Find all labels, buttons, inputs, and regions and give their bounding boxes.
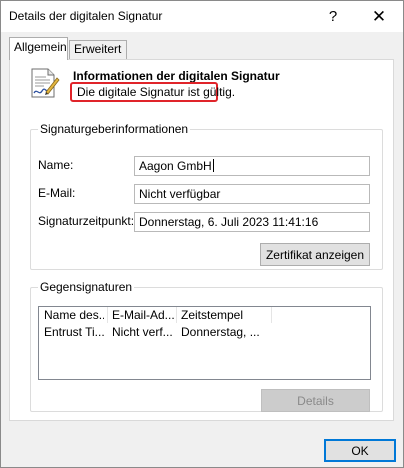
window-title: Details der digitalen Signatur — [9, 9, 163, 23]
ok-button[interactable]: OK — [324, 439, 396, 462]
column-divider[interactable] — [176, 307, 177, 323]
close-icon: ✕ — [371, 6, 387, 26]
tab-general[interactable]: Allgemein — [9, 37, 68, 60]
column-header-name[interactable]: Name des... — [44, 308, 104, 322]
signature-info-heading: Informationen der digitalen Signatur — [73, 69, 280, 83]
signature-status-text: Die digitale Signatur ist gültig. — [77, 85, 236, 99]
name-field[interactable]: Aagon GmbH — [134, 156, 370, 176]
column-divider[interactable] — [271, 307, 272, 323]
column-header-timestamp[interactable]: Zeitstempel — [181, 308, 271, 322]
countersignatures-group: Gegensignaturen Name des... E-Mail-Ad...… — [30, 280, 383, 412]
name-label: Name: — [38, 158, 74, 172]
signing-time-value: Donnerstag, 6. Juli 2023 11:41:16 — [139, 215, 319, 229]
row-email-cell: Nicht verf... — [112, 325, 173, 339]
general-tab-panel: Informationen der digitalen Signatur Die… — [9, 59, 394, 421]
signature-details-dialog: Details der digitalen Signatur ? ✕ Allge… — [0, 0, 404, 468]
row-name-cell: Entrust Ti... — [44, 325, 104, 339]
column-header-email[interactable]: E-Mail-Ad... — [112, 308, 174, 322]
help-button[interactable]: ? — [310, 1, 356, 32]
list-header: Name des... E-Mail-Ad... Zeitstempel — [39, 307, 370, 323]
column-divider[interactable] — [107, 307, 108, 323]
email-field[interactable]: Nicht verfügbar — [134, 184, 370, 204]
signer-info-legend: Signaturgeberinformationen — [40, 122, 189, 136]
email-value: Nicht verfügbar — [139, 187, 221, 201]
email-label: E-Mail: — [38, 186, 76, 200]
title-bar: Details der digitalen Signatur ? ✕ — [1, 1, 403, 32]
view-certificate-button[interactable]: Zertifikat anzeigen — [260, 243, 370, 266]
details-button[interactable]: Details — [261, 389, 370, 412]
list-item[interactable]: Entrust Ti... Nicht verf... Donnerstag, … — [39, 324, 370, 340]
signer-info-group: Signaturgeberinformationen Name: Aagon G… — [30, 122, 383, 270]
close-button[interactable]: ✕ — [356, 1, 402, 32]
countersignature-list[interactable]: Name des... E-Mail-Ad... Zeitstempel Ent… — [38, 306, 371, 380]
countersignatures-legend: Gegensignaturen — [40, 280, 133, 294]
signed-document-icon — [31, 68, 60, 98]
name-value: Aagon GmbH — [139, 159, 212, 173]
text-caret — [212, 159, 214, 172]
signing-time-field[interactable]: Donnerstag, 6. Juli 2023 11:41:16 — [134, 212, 370, 232]
row-timestamp-cell: Donnerstag, ... — [181, 325, 260, 339]
signing-time-label: Signaturzeitpunkt: — [38, 214, 135, 228]
tab-advanced[interactable]: Erweitert — [69, 40, 127, 59]
help-icon: ? — [328, 8, 338, 25]
status-highlight: Die digitale Signatur ist gültig. — [70, 82, 235, 102]
